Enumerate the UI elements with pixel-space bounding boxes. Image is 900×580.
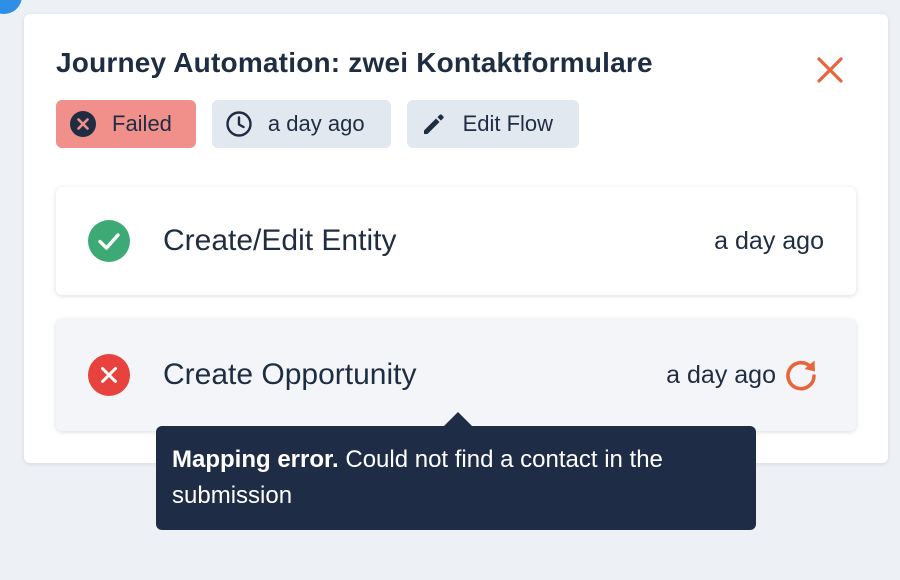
x-circle-icon	[68, 109, 98, 139]
pencil-icon	[419, 109, 449, 139]
retry-button[interactable]	[782, 356, 820, 394]
step-name: Create/Edit Entity	[163, 224, 397, 257]
automation-detail-panel: Journey Automation: zwei Kontaktformular…	[24, 14, 888, 463]
status-label: Failed	[112, 111, 172, 136]
edit-flow-label: Edit Flow	[462, 111, 554, 136]
tooltip-title: Mapping error.	[172, 446, 339, 473]
step-time: a day ago	[666, 360, 776, 389]
clock-icon	[224, 109, 254, 139]
step-name: Create Opportunity	[163, 358, 417, 391]
retry-icon	[786, 360, 816, 391]
status-badge: Failed	[56, 100, 196, 148]
status-chips: Failed a day ago Edit Flow	[56, 100, 580, 148]
error-circle-icon	[88, 354, 130, 396]
step-time: a day ago	[714, 226, 824, 255]
check-circle-icon	[88, 220, 130, 262]
avatar-dot	[0, 0, 22, 14]
timestamp-chip: a day ago	[211, 100, 391, 148]
timestamp-label: a day ago	[267, 111, 365, 136]
page-title: Journey Automation: zwei Kontaktformular…	[56, 47, 653, 78]
close-icon	[817, 57, 843, 83]
error-tooltip: Mapping error. Could not find a contact …	[156, 412, 756, 530]
close-button[interactable]	[812, 52, 848, 88]
step-row-create-edit-entity[interactable]: Create/Edit Entity a day ago	[56, 187, 856, 295]
edit-flow-button[interactable]: Edit Flow	[406, 100, 580, 148]
